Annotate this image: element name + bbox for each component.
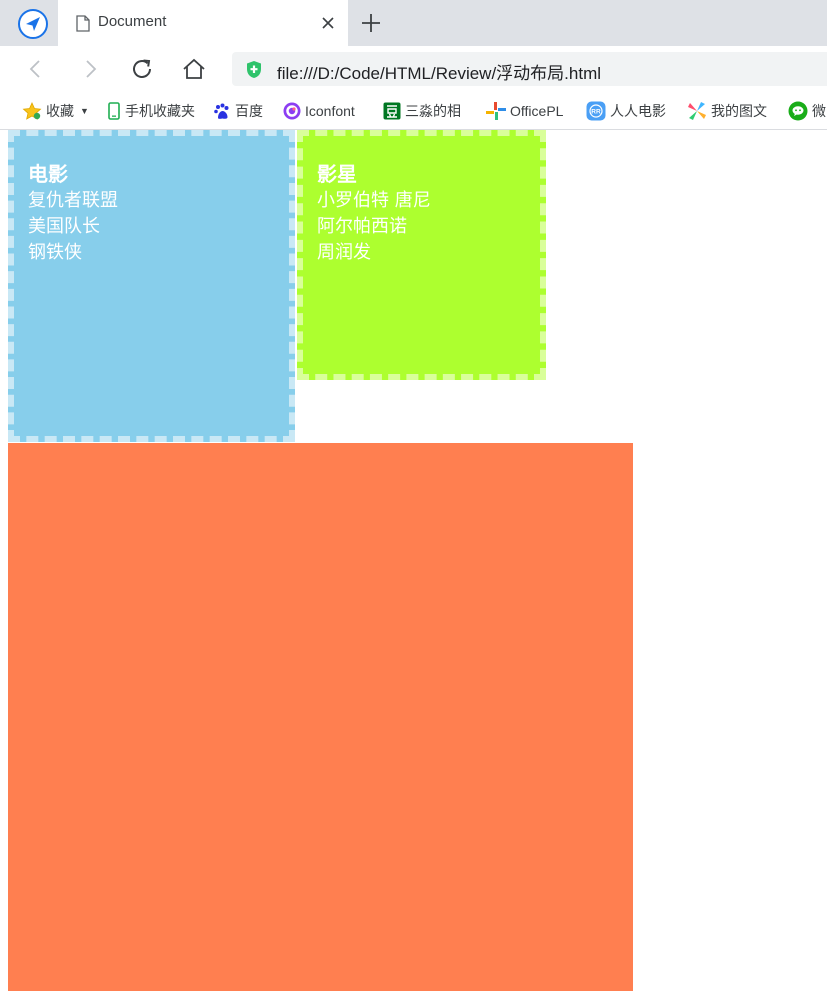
forward-arrow-icon[interactable] <box>78 57 102 81</box>
back-arrow-icon[interactable] <box>24 57 48 81</box>
bookmark-favorites[interactable]: 收藏 ▼ <box>22 101 89 121</box>
iconfont-icon <box>283 102 301 120</box>
movie-item: 钢铁侠 <box>28 242 82 263</box>
wechat-icon <box>788 101 808 121</box>
bookmark-label: 人人电影 <box>610 103 666 119</box>
home-icon[interactable] <box>182 57 206 81</box>
reload-icon[interactable] <box>130 57 154 81</box>
pinwheel-icon <box>688 102 706 120</box>
bookmark-baidu[interactable]: 百度 <box>213 101 263 121</box>
page-viewport: 电影 复仇者联盟 美国队长 钢铁侠 影星 小罗伯特 唐尼 阿尔帕西诺 周润发 <box>0 130 827 991</box>
star-icon <box>22 102 42 120</box>
bookmark-mobile[interactable]: 手机收藏夹 <box>107 101 195 121</box>
star-item: 小罗伯特 唐尼 <box>317 190 431 211</box>
bookmark-label: 收藏 <box>46 103 74 119</box>
movies-heading: 电影 <box>28 162 68 186</box>
officeplus-icon <box>486 102 506 120</box>
orange-block <box>8 443 633 991</box>
bookmark-douban[interactable]: 三淼的相 <box>383 101 461 121</box>
document-icon <box>76 15 90 32</box>
bookmark-label: 微 <box>812 103 826 119</box>
tab-title: Document <box>98 13 167 30</box>
address-bar[interactable]: file:///D:/Code/HTML/Review/浮动布局.html <box>232 52 827 86</box>
movie-item: 复仇者联盟 <box>28 190 118 211</box>
rr-icon: RR <box>586 101 606 121</box>
bookmark-rrdianying[interactable]: RR 人人电影 <box>586 101 666 121</box>
bookmark-label: 我的图文 <box>711 103 767 119</box>
chevron-down-icon[interactable]: ▼ <box>80 106 89 116</box>
bookmark-label: OfficePL <box>510 103 564 119</box>
browser-logo-icon[interactable] <box>8 2 58 46</box>
star-item: 周润发 <box>317 242 371 263</box>
movie-item: 美国队长 <box>28 216 100 237</box>
movies-box: 电影 复仇者联盟 美国队长 钢铁侠 <box>8 130 295 442</box>
bookmark-wechat[interactable]: 微 <box>788 101 826 121</box>
bookmark-officeplus[interactable]: OfficePL <box>486 101 563 121</box>
close-tab-icon[interactable] <box>321 16 335 30</box>
stars-box: 影星 小罗伯特 唐尼 阿尔帕西诺 周润发 <box>297 130 546 380</box>
baidu-paw-icon <box>214 103 229 119</box>
bookmark-label: 手机收藏夹 <box>125 103 195 119</box>
tab-strip: Document <box>0 0 827 46</box>
address-url: file:///D:/Code/HTML/Review/浮动布局.html <box>277 64 602 83</box>
bookmark-label: 三淼的相 <box>405 103 461 119</box>
bookmark-mytuwen[interactable]: 我的图文 <box>687 101 767 121</box>
star-item: 阿尔帕西诺 <box>317 216 407 237</box>
new-tab-plus-icon[interactable] <box>360 12 382 34</box>
bookmark-label: 百度 <box>235 103 263 119</box>
bookmark-label: Iconfont <box>305 103 355 119</box>
tab-document[interactable]: Document <box>58 0 348 46</box>
bookmarks-bar: 收藏 ▼ 手机收藏夹 百度 Iconfont 三淼的相 OfficePL RR … <box>0 92 827 130</box>
douban-icon <box>383 102 401 120</box>
stars-heading: 影星 <box>317 162 357 186</box>
bookmark-iconfont[interactable]: Iconfont <box>283 101 355 121</box>
mobile-icon <box>108 102 120 120</box>
secure-shield-icon <box>247 61 261 78</box>
svg-text:RR: RR <box>591 109 601 116</box>
browser-toolbar: file:///D:/Code/HTML/Review/浮动布局.html <box>0 46 827 92</box>
